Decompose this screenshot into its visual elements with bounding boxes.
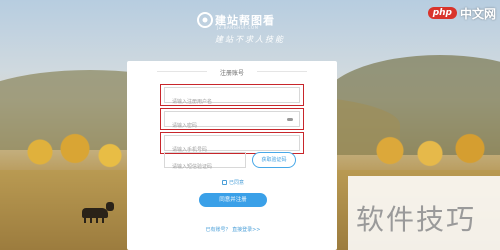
site-logo[interactable]: 建站帮图看 JZ.BANGHUI.COM 建站不求人技能 — [195, 8, 305, 44]
title-divider-right — [257, 71, 307, 72]
get-captcha-button[interactable]: 获取验证码 — [252, 152, 296, 168]
software-tips-text: 软件技巧 — [356, 203, 477, 236]
php-watermark: php 中文网 — [427, 4, 496, 22]
password-input[interactable] — [165, 119, 299, 133]
password-field-box — [164, 111, 300, 133]
logo-subtitle: JZ.BANGHUI.COM — [217, 25, 259, 30]
agree-checkbox[interactable] — [222, 180, 227, 185]
captcha-field-box — [164, 152, 246, 174]
register-button[interactable]: 同意并注册 — [199, 193, 267, 207]
captcha-input[interactable] — [165, 160, 245, 174]
horse-legs — [84, 217, 106, 223]
agree-label: 已同意 — [229, 180, 245, 186]
phone-field-box — [164, 135, 300, 157]
show-password-icon[interactable] — [287, 118, 293, 121]
username-input[interactable] — [165, 95, 299, 109]
php-watermark-text: 中文网 — [459, 6, 496, 21]
logo-slogan: 建站不求人技能 — [215, 35, 285, 44]
logo-icon — [197, 12, 213, 28]
php-badge: php — [427, 7, 457, 19]
software-tips-watermark: 软件技巧 — [348, 176, 500, 250]
username-field-box — [164, 87, 300, 109]
agree-terms[interactable]: 已同意 — [222, 179, 244, 186]
login-link[interactable]: 已有账号？ 直接登录>> — [195, 226, 271, 233]
form-title: 注册账号 — [219, 70, 244, 77]
